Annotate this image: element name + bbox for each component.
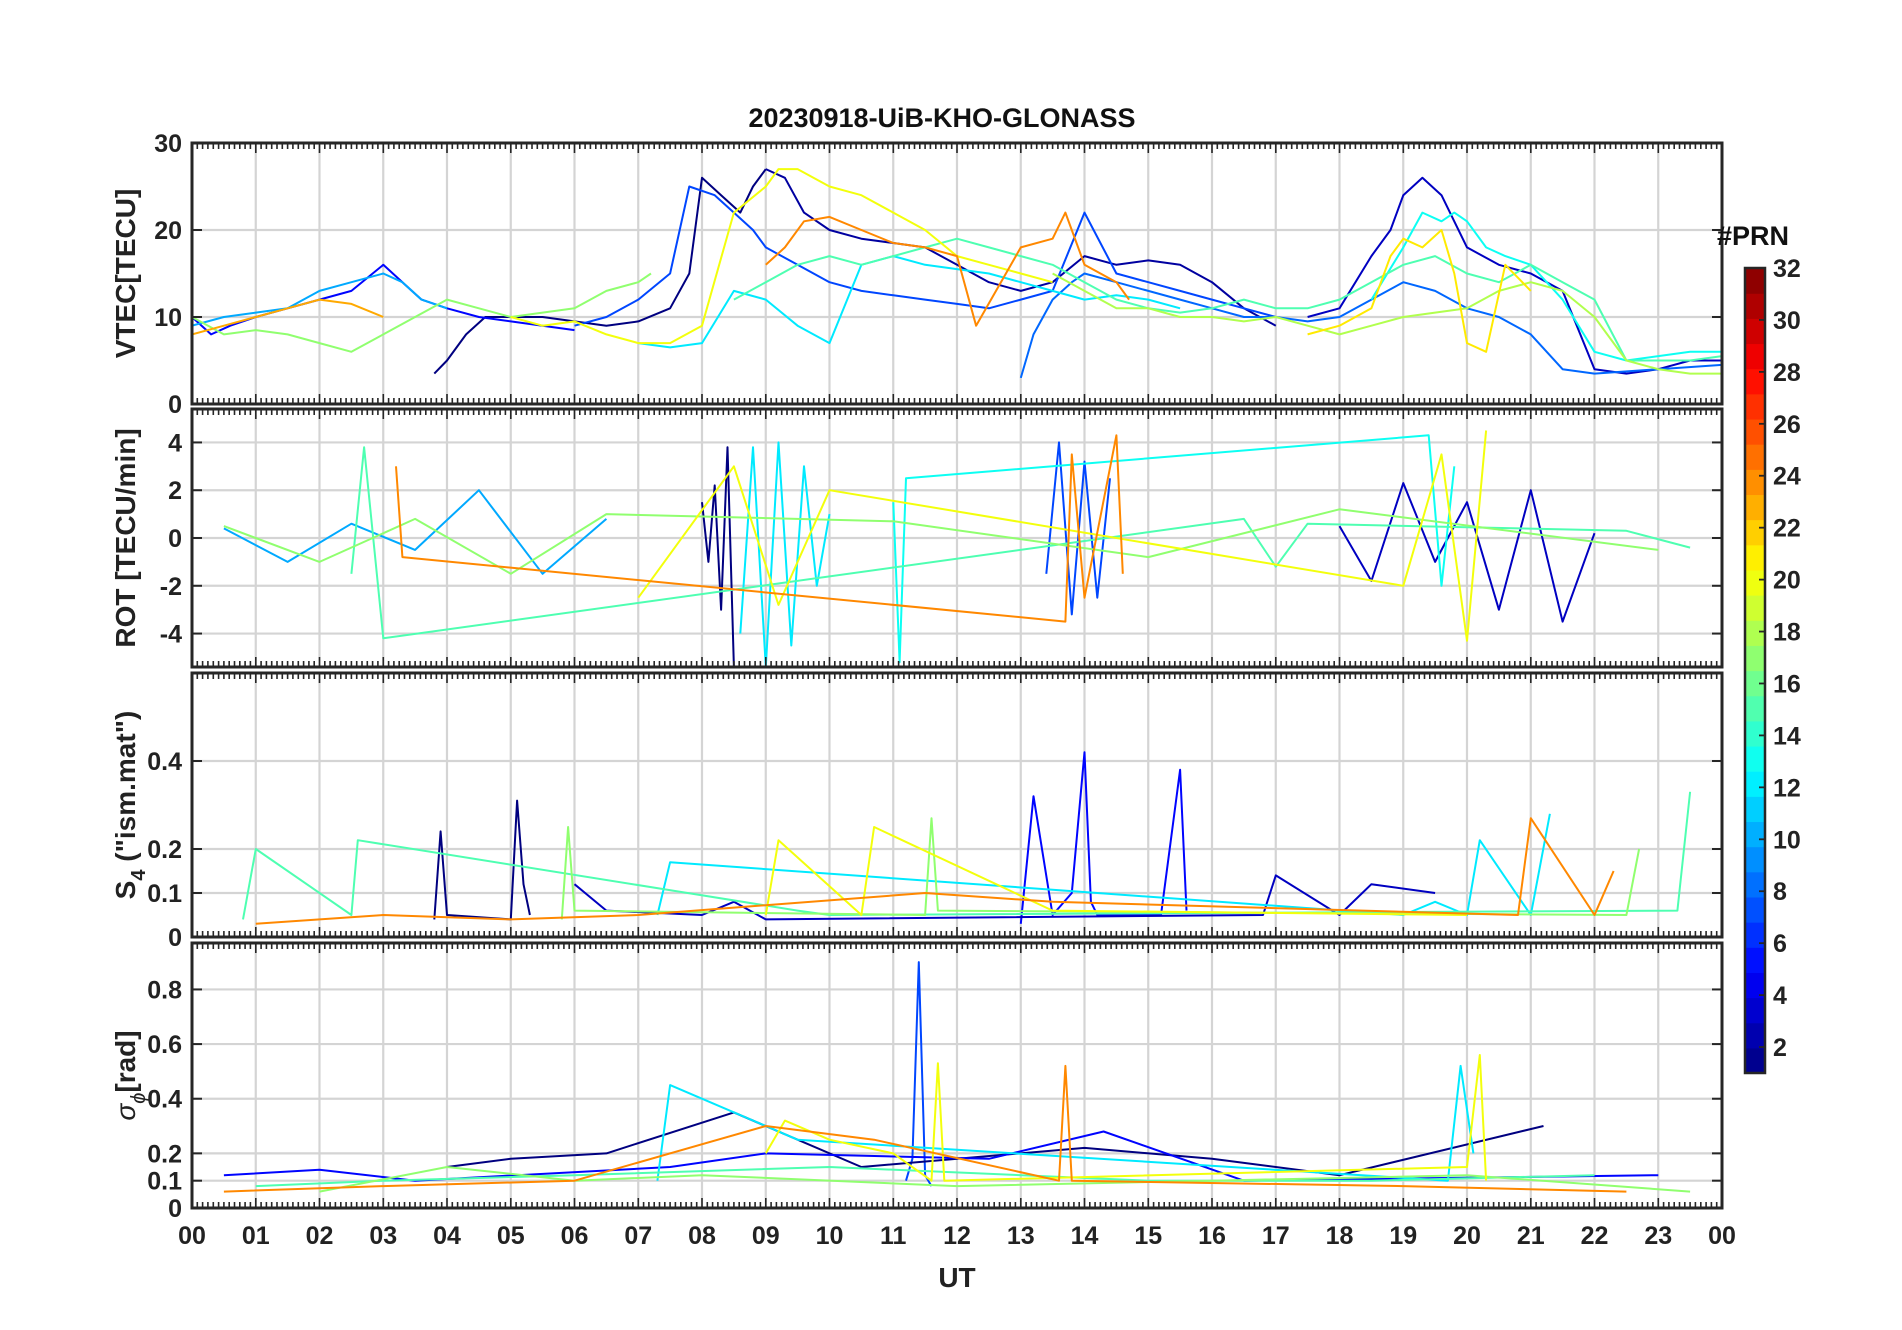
colorbar-segment xyxy=(1745,393,1765,420)
x-tick-label: 11 xyxy=(880,1222,907,1250)
x-tick-label: 01 xyxy=(242,1222,270,1250)
y-tick-label: 20 xyxy=(154,217,182,245)
colorbar-tick-label: 14 xyxy=(1773,722,1801,750)
y-tick-label: 30 xyxy=(154,130,182,158)
x-tick-label: 02 xyxy=(306,1222,334,1250)
y-tick-label: -2 xyxy=(160,573,182,601)
colorbar-segment xyxy=(1745,1022,1765,1049)
x-tick-label: 22 xyxy=(1581,1222,1609,1250)
x-tick-label: 18 xyxy=(1326,1222,1354,1250)
x-tick-label: 19 xyxy=(1389,1222,1417,1250)
sigma-label-main: σ xyxy=(110,1103,141,1121)
y-tick-label: 0 xyxy=(168,1195,182,1223)
figure: 20230918-UiB-KHO-GLONASS 0102030VTEC[TEC… xyxy=(0,0,1902,1330)
y-tick-label: 0 xyxy=(168,391,182,419)
colorbar-tick-label: 8 xyxy=(1773,878,1787,906)
colorbar-segment xyxy=(1745,896,1765,923)
x-tick-label: 16 xyxy=(1198,1222,1226,1250)
colorbar-tick-label: 28 xyxy=(1773,359,1801,387)
panel-vtec-ylabel: VTEC[TECU] xyxy=(110,189,141,359)
colorbar-segment xyxy=(1745,444,1765,470)
colorbar-tick-label: 6 xyxy=(1773,930,1787,958)
colorbar-tick-label: 22 xyxy=(1773,515,1801,543)
sigma-label-sub: ϕ xyxy=(128,1093,150,1104)
colorbar-segment xyxy=(1745,620,1765,646)
colorbar-tick-label: 4 xyxy=(1773,982,1787,1010)
x-tick-label: 05 xyxy=(497,1222,525,1250)
colorbar-segment xyxy=(1745,947,1765,973)
y-tick-label: 10 xyxy=(154,304,182,332)
figure-title: 20230918-UiB-KHO-GLONASS xyxy=(748,103,1135,133)
colorbar-segment xyxy=(1745,418,1765,445)
x-tick-label: 03 xyxy=(369,1222,397,1250)
colorbar-tick-label: 18 xyxy=(1773,619,1801,647)
x-tick-label: 14 xyxy=(1071,1222,1099,1250)
x-tick-label: 04 xyxy=(433,1222,461,1250)
y-tick-label: 0.1 xyxy=(147,880,182,908)
y-tick-label: 2 xyxy=(168,477,182,505)
y-tick-label: 0.2 xyxy=(147,1140,182,1168)
colorbar-segment xyxy=(1745,595,1765,621)
x-tick-label: 23 xyxy=(1644,1222,1672,1250)
y-tick-label: 0.1 xyxy=(147,1168,182,1196)
colorbar-tick-label: 26 xyxy=(1773,411,1801,439)
y-tick-label: 0.2 xyxy=(147,836,182,864)
x-tick-label: 21 xyxy=(1517,1222,1545,1250)
x-tick-label: 10 xyxy=(816,1222,844,1250)
colorbar-segment xyxy=(1745,494,1765,521)
colorbar-segment xyxy=(1745,343,1765,370)
y-tick-label: 0.4 xyxy=(147,1086,182,1114)
colorbar-segment xyxy=(1745,1047,1765,1074)
colorbar-tick-label: 2 xyxy=(1773,1034,1787,1062)
y-tick-label: -4 xyxy=(160,621,182,649)
x-tick-label: 06 xyxy=(561,1222,589,1250)
y-tick-label: 0.4 xyxy=(147,748,182,776)
colorbar-segment xyxy=(1745,519,1765,546)
panel-rot-ylabel: ROT [TECU/min] xyxy=(110,428,141,647)
s4-label-rest: ("ism.mat") xyxy=(110,711,141,870)
colorbar-tick-label: 32 xyxy=(1773,255,1801,283)
y-tick-label: 4 xyxy=(168,429,182,457)
x-tick-label: 00 xyxy=(178,1222,206,1250)
colorbar-segment xyxy=(1745,569,1765,596)
x-tick-label: 15 xyxy=(1134,1222,1162,1250)
colorbar-tick-label: 24 xyxy=(1773,463,1801,491)
colorbar-tick-label: 16 xyxy=(1773,670,1801,698)
x-axis-label: UT xyxy=(938,1262,975,1293)
colorbar-segment xyxy=(1745,720,1765,747)
colorbar-tick-label: 30 xyxy=(1773,307,1801,335)
colorbar-segment xyxy=(1745,745,1765,772)
colorbar-segment xyxy=(1745,997,1765,1024)
colorbar-tick-label: 12 xyxy=(1773,774,1801,802)
y-tick-label: 0 xyxy=(168,924,182,952)
colorbar-segment xyxy=(1745,544,1765,571)
colorbar-segment xyxy=(1745,796,1765,823)
x-tick-label: 00 xyxy=(1708,1222,1736,1250)
x-tick-label: 13 xyxy=(1007,1222,1035,1250)
x-tick-label: 17 xyxy=(1262,1222,1290,1250)
x-tick-label: 09 xyxy=(752,1222,780,1250)
colorbar-tick-label: 20 xyxy=(1773,567,1801,595)
colorbar-segment xyxy=(1745,695,1765,722)
y-tick-label: 0 xyxy=(168,525,182,553)
colorbar-segment xyxy=(1745,871,1765,898)
y-tick-label: 0.6 xyxy=(147,1031,182,1059)
colorbar-segment xyxy=(1745,268,1765,294)
colorbar-title: #PRN xyxy=(1717,221,1789,251)
colorbar-segment xyxy=(1745,293,1765,319)
colorbar-segment xyxy=(1745,846,1765,873)
colorbar-segment xyxy=(1745,821,1765,848)
colorbar-segment xyxy=(1745,645,1765,672)
x-tick-label: 08 xyxy=(688,1222,716,1250)
x-tick-label: 20 xyxy=(1453,1222,1481,1250)
colorbar-tick-label: 10 xyxy=(1773,826,1801,854)
y-tick-label: 0.8 xyxy=(147,976,182,1004)
colorbar-segment xyxy=(1745,318,1765,345)
s4-label-main: S xyxy=(110,881,141,900)
sigma-label-rest: [rad] xyxy=(110,1030,141,1092)
colorbar-segment xyxy=(1745,771,1765,797)
x-tick-label: 07 xyxy=(624,1222,652,1250)
x-tick-label: 12 xyxy=(943,1222,971,1250)
colorbar-segment xyxy=(1745,469,1765,496)
